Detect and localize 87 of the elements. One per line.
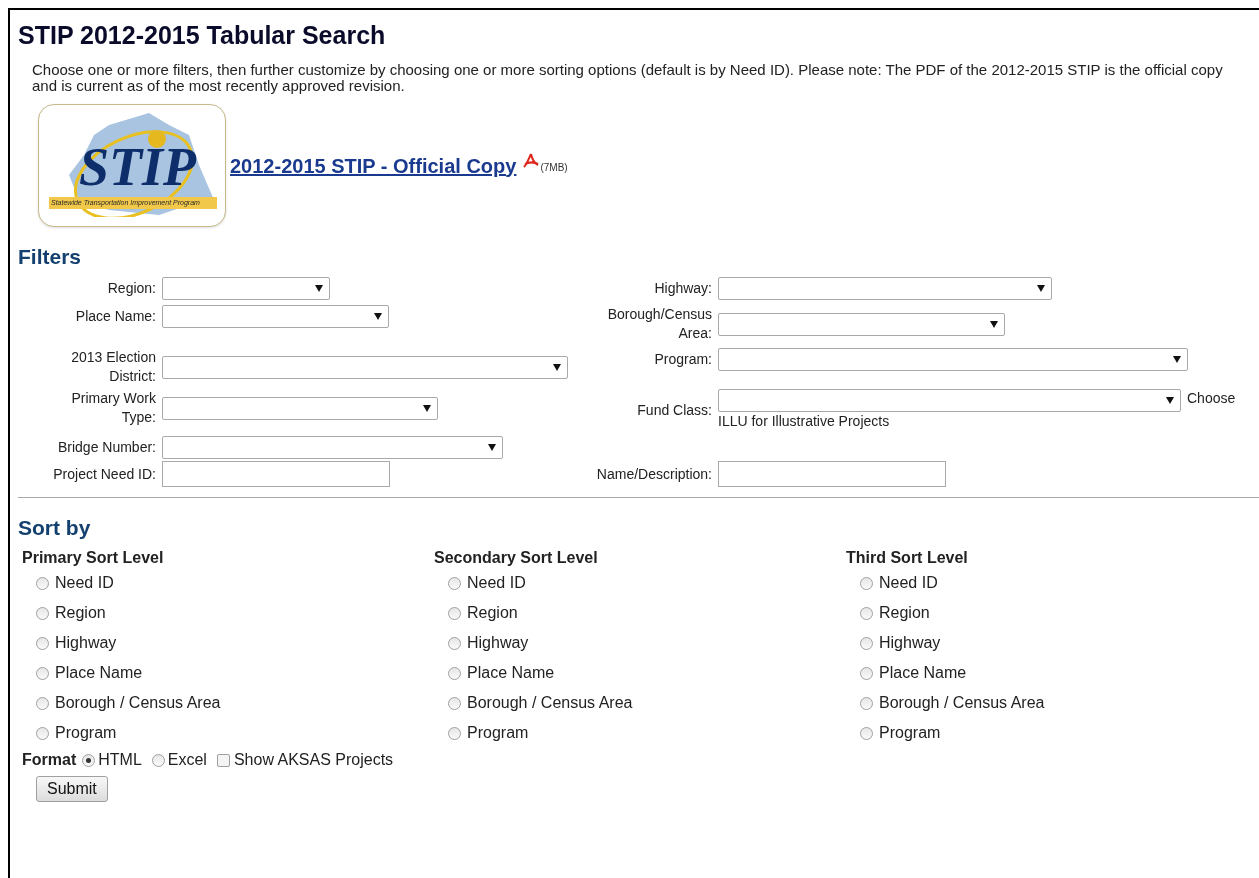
- field-label: Fund Class:: [636, 400, 713, 420]
- column-heading: Third Sort Level: [846, 548, 969, 568]
- field-label: Project Need ID:: [52, 464, 157, 484]
- option-label: Place Name: [879, 663, 967, 683]
- input-field[interactable]: [162, 461, 390, 487]
- caret-icon: [315, 285, 323, 292]
- radio-button[interactable]: [36, 606, 49, 620]
- field-label: Primary Work Type:: [70, 389, 157, 427]
- pdf-link[interactable]: 2012-2015 STIP - Official Copy: [230, 150, 517, 181]
- option-label: Program: [55, 723, 117, 743]
- section-heading: Sort by: [18, 516, 92, 540]
- field-label: Region:: [106, 279, 157, 298]
- field-label: Bridge Number:: [56, 438, 157, 457]
- hint-text: ILLU for Illustrative Projects: [718, 413, 890, 429]
- radio-button[interactable]: [860, 606, 873, 620]
- page-title: STIP 2012-2015 Tabular Search: [18, 20, 387, 50]
- option-label: Region: [55, 603, 106, 623]
- radio-button[interactable]: [448, 606, 461, 620]
- caret-icon: [1166, 397, 1174, 404]
- caret-icon: [1173, 356, 1181, 363]
- radio-button[interactable]: [448, 636, 461, 650]
- dropdown[interactable]: [718, 389, 1181, 412]
- option-label: Highway: [467, 633, 529, 653]
- radio-button[interactable]: [860, 726, 873, 740]
- dropdown[interactable]: [162, 355, 568, 379]
- caret-icon: [374, 313, 382, 320]
- field-label: Place Name:: [74, 307, 157, 326]
- option-label: Need ID: [55, 573, 114, 593]
- radio-button[interactable]: [860, 636, 873, 650]
- option-label: Region: [467, 603, 518, 623]
- file-size: (7MB): [540, 161, 568, 175]
- option-label: Program: [879, 723, 941, 743]
- radio-button[interactable]: [36, 576, 49, 590]
- dropdown[interactable]: [718, 348, 1188, 371]
- hint-text: Choose: [1187, 389, 1237, 408]
- field-label: 2013 Election District:: [70, 348, 157, 386]
- option-label: Borough / Census Area: [55, 693, 221, 713]
- field-label: Program:: [653, 350, 713, 369]
- radio-button[interactable]: [36, 696, 49, 710]
- radio-button[interactable]: [36, 666, 49, 680]
- submit-button[interactable]: Submit: [36, 776, 108, 802]
- pdf-icon: [522, 151, 541, 170]
- caret-icon: [423, 404, 431, 412]
- column-heading: Secondary Sort Level: [434, 548, 599, 568]
- radio-button[interactable]: [36, 726, 49, 740]
- option-label: Need ID: [879, 573, 938, 593]
- option-label: Place Name: [55, 663, 143, 683]
- dropdown[interactable]: [718, 312, 1005, 336]
- section-heading: Filters: [18, 245, 83, 269]
- caret-icon: [488, 444, 496, 451]
- option-label: Show AKSAS Projects: [233, 750, 394, 770]
- radio-button[interactable]: [860, 666, 873, 680]
- caret-icon: [553, 363, 561, 371]
- intro-text: Choose one or more filters, then further customize by choosing one or more sorting options (default is by Need ID). Please note: The PDF of the 2012-2015 STIP is the official copy and is current as of the most recently approved revision.: [31, 62, 1224, 94]
- format-label: Format: [22, 750, 77, 770]
- dropdown[interactable]: [162, 277, 330, 300]
- option-label: Need ID: [467, 573, 526, 593]
- radio-button[interactable]: [448, 666, 461, 680]
- option-label: Program: [467, 723, 529, 743]
- option-label: Highway: [879, 633, 941, 653]
- dropdown[interactable]: [718, 277, 1052, 300]
- field-label: Name/Description:: [595, 464, 713, 484]
- checkbox[interactable]: [216, 753, 230, 767]
- option-label: Place Name: [467, 663, 555, 683]
- dropdown[interactable]: [162, 396, 438, 420]
- dropdown[interactable]: [162, 305, 389, 328]
- option-label: Highway: [55, 633, 117, 653]
- option-label: Excel: [167, 750, 207, 770]
- option-label: Borough / Census Area: [467, 693, 633, 713]
- column-heading: Primary Sort Level: [22, 548, 165, 568]
- caret-icon: [1037, 285, 1045, 292]
- dropdown[interactable]: [162, 436, 503, 459]
- field-label: Borough/Census Area:: [606, 305, 713, 343]
- radio-button[interactable]: [448, 726, 461, 740]
- option-label: Borough / Census Area: [879, 693, 1045, 713]
- field-label: Highway:: [653, 279, 713, 298]
- radio-button[interactable]: [36, 636, 49, 650]
- radio-button[interactable]: [151, 753, 165, 767]
- caret-icon: [990, 320, 998, 328]
- input-field[interactable]: [718, 461, 946, 487]
- radio-button[interactable]: [82, 753, 96, 767]
- option-label: Region: [879, 603, 930, 623]
- radio-button[interactable]: [448, 576, 461, 590]
- radio-button[interactable]: [860, 576, 873, 590]
- radio-button[interactable]: [860, 696, 873, 710]
- option-label: HTML: [98, 750, 142, 770]
- radio-button[interactable]: [448, 696, 461, 710]
